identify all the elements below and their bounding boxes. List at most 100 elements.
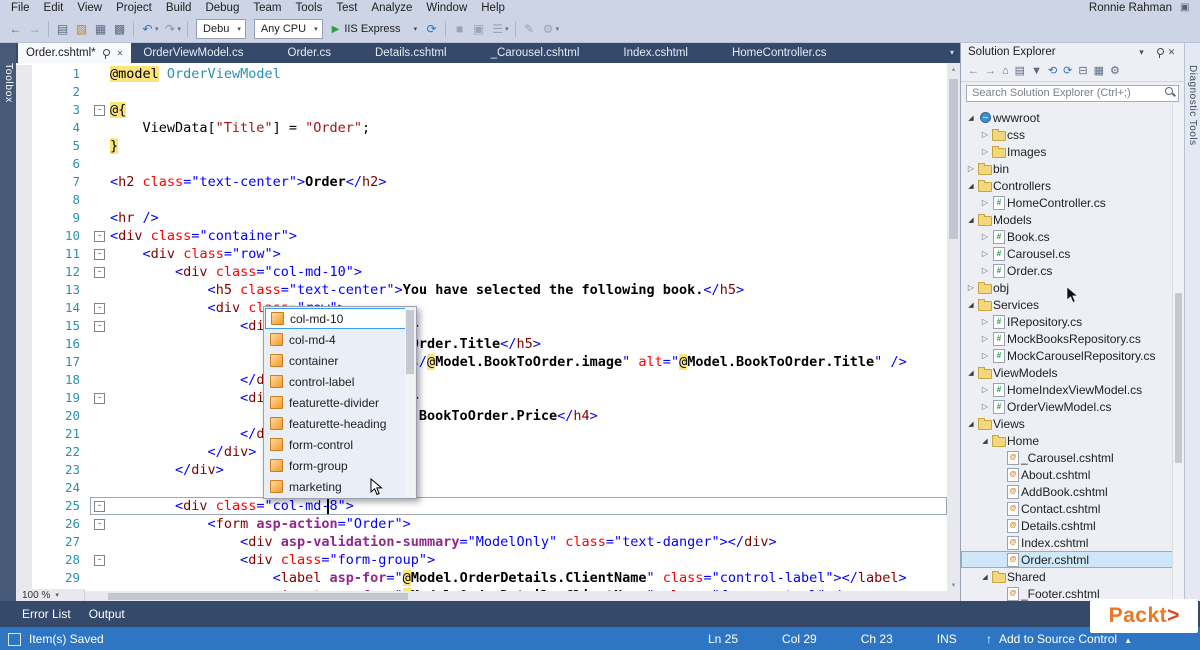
solution-configurations-dropdown[interactable]: Debu ▾ xyxy=(196,19,246,39)
new-file-icon[interactable]: ▤ xyxy=(53,20,72,39)
tree-item[interactable]: Details.cshtml xyxy=(961,517,1184,534)
toolbox-tab[interactable]: Toolbox xyxy=(0,43,16,601)
menu-item-file[interactable]: File xyxy=(4,2,37,14)
home-icon[interactable]: ⌂ xyxy=(1002,65,1009,77)
code-line[interactable]: 29 <label asp-for="@Model.OrderDetails.C… xyxy=(16,569,947,587)
code-line[interactable]: 4 ViewData["Title"] = "Order"; xyxy=(16,119,947,137)
expand-icon[interactable]: ▷ xyxy=(979,266,991,275)
code-line[interactable]: 18 </div> xyxy=(16,371,947,389)
expand-icon[interactable]: ▷ xyxy=(979,130,991,139)
solution-platforms-dropdown[interactable]: Any CPU ▾ xyxy=(253,19,323,39)
expand-icon[interactable]: ▷ xyxy=(965,283,977,292)
menu-item-window[interactable]: Window xyxy=(419,2,474,14)
collapse-region-icon[interactable]: - xyxy=(94,231,105,242)
tree-item[interactable]: ▷ OrderViewModel.cs xyxy=(961,398,1184,415)
tab--carousel-cshtml[interactable]: _Carousel.cshtml xyxy=(483,43,588,63)
code-line[interactable]: 10 - <div class="container"> xyxy=(16,227,947,245)
collapse-all-icon[interactable]: ⊟ xyxy=(1078,65,1087,77)
properties-icon[interactable]: ⚙ xyxy=(1110,65,1120,77)
code-line[interactable]: 14 - <div class="row"> xyxy=(16,299,947,317)
tree-item[interactable]: Index.cshtml xyxy=(961,534,1184,551)
tree-item[interactable]: ▷ Book.cs xyxy=(961,228,1184,245)
code-line[interactable]: 2 xyxy=(16,83,947,101)
tree-item[interactable]: ▷ css xyxy=(961,126,1184,143)
intellisense-scrollbar[interactable] xyxy=(405,308,415,497)
code-line[interactable]: 5} xyxy=(16,137,947,155)
refresh-icon[interactable]: ⟳ xyxy=(1063,65,1072,77)
switch-views-icon[interactable]: ▤ xyxy=(1015,65,1025,77)
nav-forward-icon[interactable]: → xyxy=(25,20,44,39)
tab-overflow-chevron-icon[interactable] xyxy=(950,48,954,57)
intellisense-item[interactable]: marketing xyxy=(265,476,415,497)
refresh-icon[interactable]: ⟳ xyxy=(422,20,441,39)
expand-icon[interactable]: ▷ xyxy=(979,317,991,326)
code-line[interactable]: 7 <h2 class="text-center">Order</h2> xyxy=(16,173,947,191)
code-line[interactable]: 23 </div> xyxy=(16,461,947,479)
editor-vertical-scrollbar[interactable] xyxy=(947,63,960,591)
window-position-chevron-icon[interactable] xyxy=(1134,47,1149,58)
intellisense-item[interactable]: control-label xyxy=(265,371,415,392)
intellisense-item[interactable]: form-group xyxy=(265,455,415,476)
code-line[interactable]: 1 @model OrderViewModel xyxy=(16,65,947,83)
panel-tab-error-list[interactable]: Error List xyxy=(22,607,71,621)
menu-item-view[interactable]: View xyxy=(70,2,109,14)
expand-icon[interactable]: ▷ xyxy=(979,385,991,394)
chevron-down-icon[interactable]: ▾ xyxy=(505,25,509,33)
save-all-icon[interactable]: ▩ xyxy=(110,20,129,39)
scroll-down-icon[interactable] xyxy=(947,581,960,589)
collapse-region-icon[interactable]: - xyxy=(94,519,105,530)
chevron-down-icon[interactable]: ▾ xyxy=(155,25,159,33)
scrollbar-thumb[interactable] xyxy=(1175,293,1182,463)
show-output-icon[interactable]: ▣ xyxy=(469,20,488,39)
panel-tab-output[interactable]: Output xyxy=(89,607,125,621)
window-controls-icon[interactable] xyxy=(1180,2,1194,14)
menu-item-help[interactable]: Help xyxy=(474,2,512,14)
collapse-icon[interactable]: ◢ xyxy=(965,301,977,309)
collapse-region-icon[interactable]: - xyxy=(94,249,105,260)
chevron-down-icon[interactable]: ▾ xyxy=(556,25,560,33)
pending-changes-filter-icon[interactable]: ▼ xyxy=(1031,65,1042,77)
menu-item-build[interactable]: Build xyxy=(159,2,199,14)
collapse-region-icon[interactable]: - xyxy=(94,555,105,566)
pin-icon[interactable] xyxy=(96,47,110,59)
chevron-down-icon[interactable]: ▾ xyxy=(178,25,182,33)
scrollbar-thumb[interactable] xyxy=(949,79,958,239)
scrollbar-thumb[interactable] xyxy=(108,593,408,600)
collapse-icon[interactable]: ◢ xyxy=(965,114,977,122)
code-line[interactable]: 9 <hr /> xyxy=(16,209,947,227)
stop-icon[interactable]: ■ xyxy=(450,20,469,39)
tree-item[interactable]: ▷ HomeController.cs xyxy=(961,194,1184,211)
forward-icon[interactable]: → xyxy=(985,65,996,77)
sync-with-active-document-icon[interactable]: ⟲ xyxy=(1048,65,1057,77)
tree-item[interactable]: ◢ Models xyxy=(961,211,1184,228)
code-line[interactable]: 3 - @{ xyxy=(16,101,947,119)
tree-item[interactable]: ▷ Order.cs xyxy=(961,262,1184,279)
tree-item[interactable]: ◢ Shared xyxy=(961,568,1184,585)
collapse-region-icon[interactable]: - xyxy=(94,105,105,116)
tab-order-cshtml-[interactable]: Order.cshtml* xyxy=(18,43,132,63)
tab-order-cs[interactable]: Order.cs xyxy=(280,43,339,63)
close-icon[interactable] xyxy=(1164,47,1179,58)
collapse-region-icon[interactable]: - xyxy=(94,303,105,314)
collapse-icon[interactable]: ◢ xyxy=(965,369,977,377)
code-line[interactable]: 22 </div> xyxy=(16,443,947,461)
expand-icon[interactable]: ▷ xyxy=(979,351,991,360)
tab-orderviewmodel-cs[interactable]: OrderViewModel.cs xyxy=(135,43,251,63)
code-line[interactable]: 24 xyxy=(16,479,947,497)
tree-item[interactable]: AddBook.cshtml xyxy=(961,483,1184,500)
expand-icon[interactable]: ▷ xyxy=(979,249,991,258)
start-debugging-button[interactable]: ▶ IIS Express ▾ xyxy=(327,23,422,35)
open-file-icon[interactable]: ▧ xyxy=(72,20,91,39)
intellisense-item[interactable]: col-md-10 xyxy=(265,308,415,329)
tree-item[interactable]: ▷ MockCarouselRepository.cs xyxy=(961,347,1184,364)
tree-item[interactable]: ▷ Carousel.cs xyxy=(961,245,1184,262)
collapse-icon[interactable]: ◢ xyxy=(965,216,977,224)
expand-icon[interactable]: ▷ xyxy=(979,402,991,411)
code-line[interactable]: 11 - <div class="row"> xyxy=(16,245,947,263)
code-line[interactable]: 28 - <div class="form-group"> xyxy=(16,551,947,569)
code-line[interactable]: 16 <h5>@Model.BookToOrder.Title</h5> xyxy=(16,335,947,353)
menu-item-test[interactable]: Test xyxy=(329,2,364,14)
tree-item[interactable]: ▷ HomeIndexViewModel.cs xyxy=(961,381,1184,398)
collapse-icon[interactable]: ◢ xyxy=(979,573,991,581)
code-line[interactable]: 6 xyxy=(16,155,947,173)
